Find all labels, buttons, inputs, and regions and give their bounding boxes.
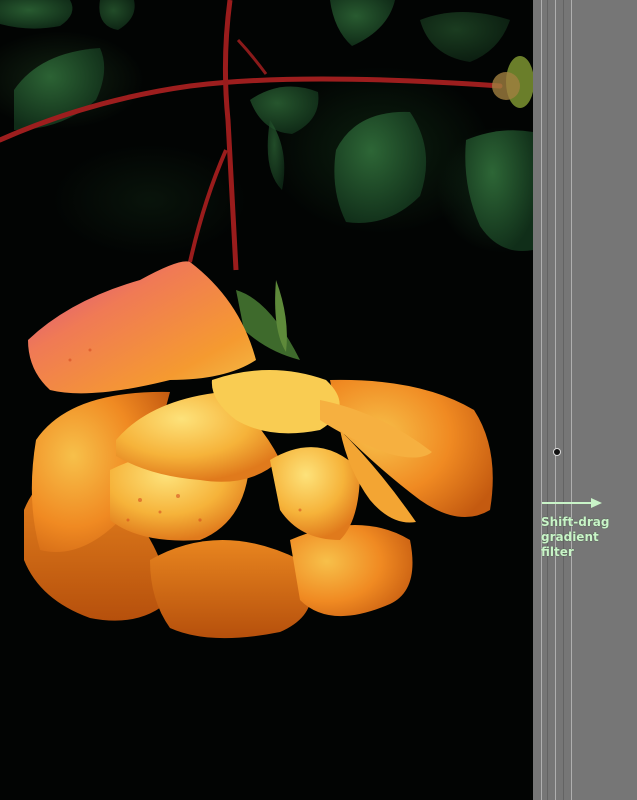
leaf xyxy=(420,12,510,62)
stem xyxy=(236,38,268,75)
leaf xyxy=(334,111,427,223)
gradient-guide-line xyxy=(547,0,548,800)
petal xyxy=(270,447,360,540)
right-arrow-icon xyxy=(542,498,602,508)
gradient-guide-line[interactable] xyxy=(541,0,542,800)
petal xyxy=(290,525,413,617)
gradient-pin-icon[interactable] xyxy=(553,448,561,456)
leaf xyxy=(330,0,395,46)
photo-canvas[interactable] xyxy=(0,0,533,800)
stem xyxy=(188,149,228,263)
rose-illustration xyxy=(0,0,533,639)
hint-text: Shift-drag gradient filter xyxy=(541,515,610,559)
bud xyxy=(492,72,520,100)
gradient-guide-line[interactable] xyxy=(571,0,572,800)
gradient-guide-line xyxy=(563,0,564,800)
stem xyxy=(222,0,239,271)
gradient-filter-overlay[interactable] xyxy=(533,0,637,800)
drag-hint: Shift-drag gradient filter xyxy=(541,497,611,560)
leaf xyxy=(250,86,319,134)
leaf xyxy=(99,0,135,30)
petal xyxy=(28,261,256,394)
petal xyxy=(150,540,312,639)
leaf xyxy=(465,130,533,251)
gradient-guide-line[interactable] xyxy=(555,0,556,800)
leaf xyxy=(0,0,73,29)
